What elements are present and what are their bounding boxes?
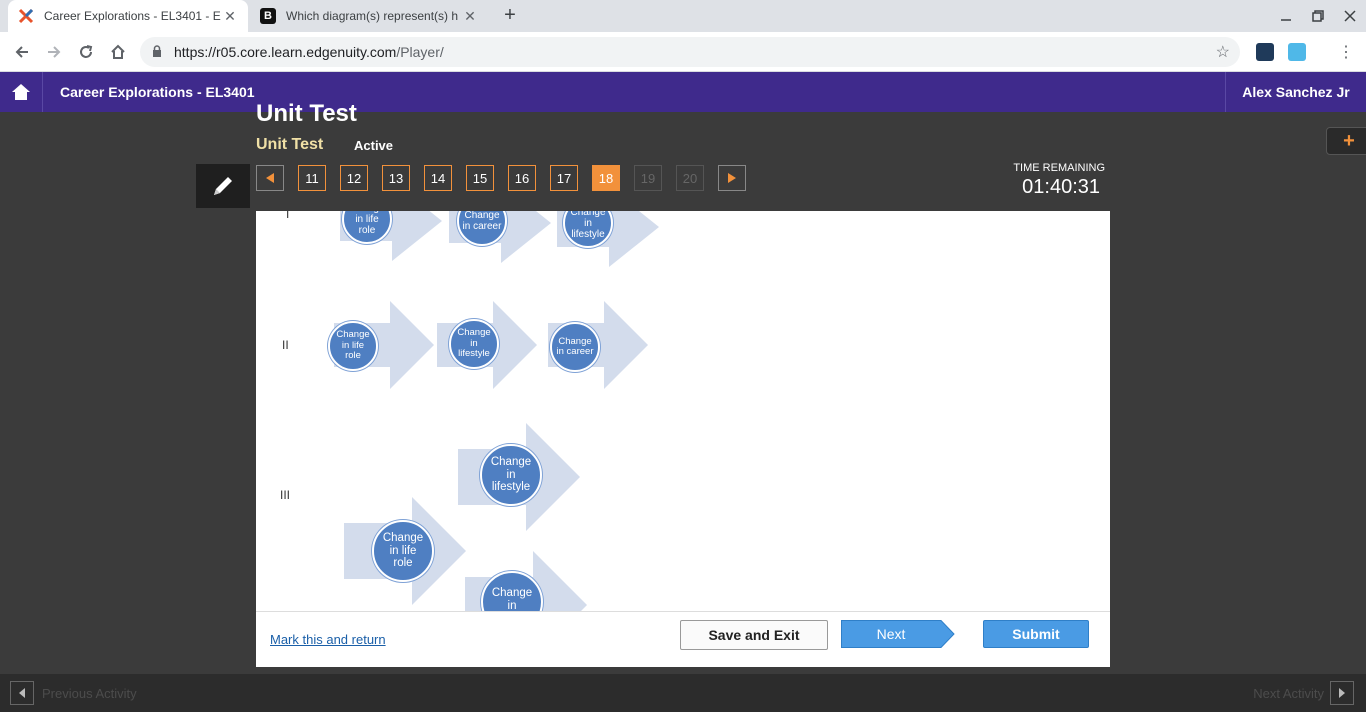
- question-14-button[interactable]: 14: [424, 165, 452, 191]
- extension-icon[interactable]: [1256, 43, 1274, 61]
- question-footer: Mark this and return Save and Exit Next …: [256, 611, 1110, 667]
- new-tab-icon[interactable]: +: [498, 4, 522, 28]
- diagram-circle: Change in life role: [372, 520, 434, 582]
- window-close-icon[interactable]: [1334, 0, 1366, 32]
- question-19-button: 19: [634, 165, 662, 191]
- triangle-right-icon: [728, 173, 736, 183]
- question-content[interactable]: I Change in life role Change in career C…: [256, 211, 1110, 611]
- diagram-circle: Change in career: [550, 322, 600, 372]
- triangle-left-icon: [266, 173, 274, 183]
- next-label: Next: [876, 626, 906, 642]
- previous-question-button[interactable]: [256, 165, 284, 191]
- question-20-button: 20: [676, 165, 704, 191]
- triangle-left-icon: [19, 688, 25, 698]
- pencil-icon: [214, 177, 232, 195]
- minimize-icon[interactable]: [1270, 0, 1302, 32]
- previous-activity-button[interactable]: [10, 681, 34, 705]
- url-text: https://r05.core.learn.edgenuity.com/Pla…: [174, 44, 444, 60]
- triangle-right-icon: [1339, 688, 1345, 698]
- close-tab-icon[interactable]: ✕: [462, 8, 478, 25]
- time-remaining-value: 01:40:31: [1022, 176, 1100, 198]
- time-remaining-label: TIME REMAINING: [1013, 162, 1105, 174]
- next-button[interactable]: Next: [841, 620, 955, 648]
- question-17-button[interactable]: 17: [550, 165, 578, 191]
- plus-icon: +: [1343, 129, 1355, 152]
- question-16-button[interactable]: 16: [508, 165, 536, 191]
- forward-icon[interactable]: [40, 38, 68, 66]
- question-15-button[interactable]: 15: [466, 165, 494, 191]
- next-activity-button[interactable]: [1330, 681, 1354, 705]
- save-and-exit-button[interactable]: Save and Exit: [680, 620, 828, 650]
- next-question-button[interactable]: [718, 165, 746, 191]
- diagram-label-ii: II: [282, 338, 289, 352]
- close-tab-icon[interactable]: ✕: [222, 8, 238, 25]
- diagram-circle: Change in life role: [328, 321, 378, 371]
- browser-tab-brainly[interactable]: B Which diagram(s) represent(s) h ✕: [250, 0, 488, 32]
- diagram-label-iii: III: [280, 488, 291, 502]
- restore-icon[interactable]: [1302, 0, 1334, 32]
- activity-subtitle: Unit Test: [256, 136, 324, 153]
- address-bar[interactable]: https://r05.core.learn.edgenuity.com/Pla…: [140, 37, 1240, 67]
- diagram-label-i: I: [286, 211, 290, 221]
- add-tools-button[interactable]: +: [1326, 127, 1366, 155]
- page-title: Unit Test: [256, 100, 357, 127]
- previous-activity-label: Previous Activity: [42, 686, 137, 701]
- question-18-button[interactable]: 18: [592, 165, 620, 191]
- next-activity-label: Next Activity: [1253, 686, 1324, 701]
- home-button[interactable]: [0, 72, 43, 112]
- home-icon[interactable]: [104, 38, 132, 66]
- bookmark-star-icon[interactable]: ☆: [1216, 42, 1230, 62]
- edgenuity-icon: [18, 8, 34, 24]
- browser-tab-bar: Career Explorations - EL3401 - E ✕ B Whi…: [0, 0, 1366, 32]
- status-badge: Active: [354, 138, 394, 153]
- diagram-circle: Change in lifestyle: [449, 319, 499, 369]
- menu-kebab-icon[interactable]: ⋮: [1332, 38, 1360, 66]
- lock-icon: [152, 44, 166, 60]
- tab-title: Career Explorations - EL3401 - E: [44, 9, 221, 23]
- user-name[interactable]: Alex Sanchez Jr: [1225, 72, 1366, 112]
- submit-button[interactable]: Submit: [983, 620, 1089, 648]
- question-13-button[interactable]: 13: [382, 165, 410, 191]
- back-icon[interactable]: [8, 38, 36, 66]
- browser-tab-edgenuity[interactable]: Career Explorations - EL3401 - E ✕: [8, 0, 248, 32]
- home-icon: [12, 84, 30, 100]
- diagram-circle: Change in lifestyle: [480, 444, 542, 506]
- reload-icon[interactable]: [72, 38, 100, 66]
- pencil-tool-button[interactable]: [196, 164, 250, 208]
- question-11-button[interactable]: 11: [298, 165, 326, 191]
- tab-title: Which diagram(s) represent(s) h: [286, 9, 459, 23]
- activity-nav-bar: Previous Activity Next Activity: [0, 674, 1366, 712]
- extension-icon[interactable]: [1288, 43, 1306, 61]
- question-12-button[interactable]: 12: [340, 165, 368, 191]
- course-title: Career Explorations - EL3401: [60, 84, 255, 100]
- browser-toolbar: https://r05.core.learn.edgenuity.com/Pla…: [0, 32, 1366, 72]
- app-header: Career Explorations - EL3401 Alex Sanche…: [0, 72, 1366, 112]
- brainly-icon: B: [260, 8, 276, 24]
- mark-and-return-link[interactable]: Mark this and return: [270, 632, 386, 647]
